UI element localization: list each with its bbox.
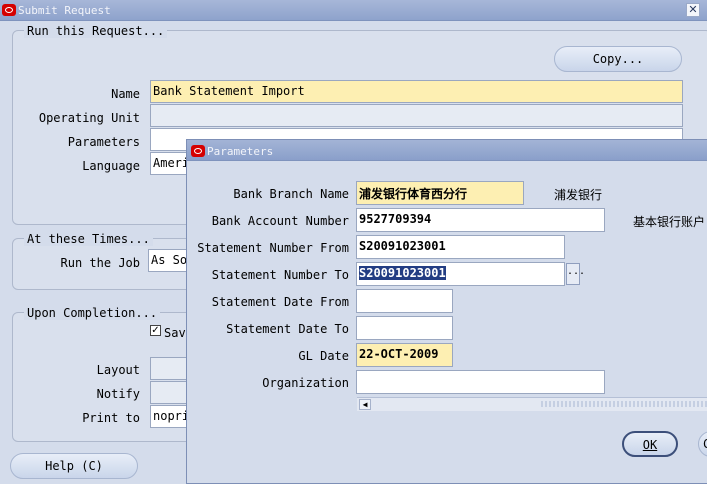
parameters-dialog: Parameters Bank Branch Name 浦发银行体育西分行 浦发…	[186, 139, 707, 484]
bank-branch-name-label: Bank Branch Name	[233, 187, 349, 201]
statement-number-from-field[interactable]: S20091023001	[356, 235, 565, 259]
cancel-button[interactable]: C	[698, 431, 707, 457]
list-of-values-button[interactable]: ...	[566, 263, 585, 285]
scrollbar-thumb[interactable]	[541, 401, 707, 407]
statement-date-from-label: Statement Date From	[211, 295, 349, 309]
close-icon[interactable]: ✕	[686, 3, 700, 17]
statement-number-to-selected-text: S20091023001	[359, 266, 446, 280]
name-field[interactable]: Bank Statement Import	[150, 80, 683, 103]
bank-branch-name-field[interactable]: 浦发银行体育西分行	[356, 181, 524, 205]
statement-date-to-label: Statement Date To	[226, 322, 349, 336]
window-title-bar: Submit Request ✕	[0, 0, 707, 21]
print-to-label: Print to	[82, 411, 140, 425]
layout-label: Layout	[96, 363, 140, 377]
bank-account-number-field[interactable]: 9527709394	[356, 208, 605, 232]
scroll-left-icon[interactable]: ◀	[359, 399, 371, 410]
operating-unit-label: Operating Unit	[38, 111, 140, 125]
ok-button[interactable]: OK	[622, 431, 678, 457]
save-checkbox-label: Sav	[164, 326, 186, 340]
parameters-label: Parameters	[67, 135, 140, 149]
statement-number-to-field[interactable]: S20091023001	[356, 262, 565, 286]
bank-account-desc: 基本银行账户	[633, 215, 706, 229]
parameters-dialog-title: Parameters	[207, 145, 274, 158]
name-label: Name	[111, 87, 140, 101]
statement-date-to-field[interactable]	[356, 316, 453, 340]
copy-button[interactable]: Copy...	[554, 46, 682, 72]
language-label: Language	[82, 159, 140, 173]
organization-label: Organization	[262, 376, 349, 390]
organization-field[interactable]	[356, 370, 605, 394]
gl-date-field[interactable]: 22-OCT-2009	[356, 343, 453, 367]
run-request-legend: Run this Request...	[24, 24, 168, 38]
operating-unit-field[interactable]	[150, 104, 683, 127]
bank-account-number-label: Bank Account Number	[211, 214, 349, 228]
notify-label: Notify	[96, 387, 140, 401]
at-times-legend: At these Times...	[24, 232, 153, 246]
oracle-logo-icon	[191, 145, 205, 157]
statement-number-to-label: Statement Number To	[211, 268, 349, 282]
help-button[interactable]: Help (C)	[10, 453, 138, 479]
statement-date-from-field[interactable]	[356, 289, 453, 313]
parameters-dialog-title-bar: Parameters	[187, 140, 707, 161]
bank-branch-desc: 浦发银行	[554, 188, 603, 202]
completion-legend: Upon Completion...	[24, 306, 161, 320]
window-title: Submit Request	[18, 4, 111, 17]
statement-number-from-label: Statement Number From	[197, 241, 349, 255]
save-checkbox[interactable]: ✓	[150, 325, 161, 336]
run-job-label: Run the Job	[60, 256, 140, 270]
oracle-logo-icon	[2, 4, 16, 16]
gl-date-label: GL Date	[298, 349, 349, 363]
horizontal-scrollbar[interactable]: ◀	[357, 397, 707, 411]
